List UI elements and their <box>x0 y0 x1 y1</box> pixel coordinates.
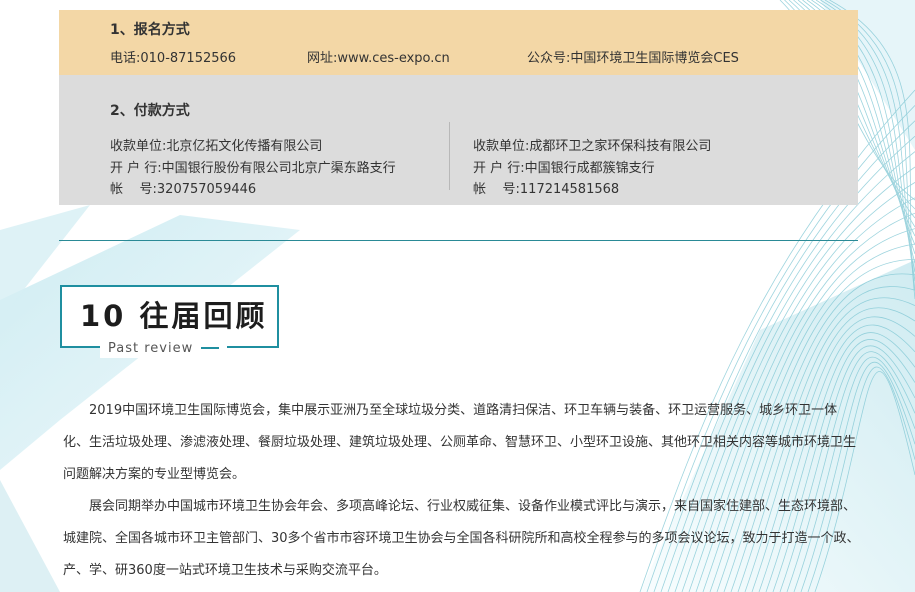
section-subtitle: Past review <box>108 340 194 356</box>
section-subtitle-row: Past review <box>100 338 228 358</box>
website-link[interactable]: 网址:www.ces-expo.cn <box>307 47 450 66</box>
payment-heading: 2、付款方式 <box>110 103 190 119</box>
payment-divider <box>449 122 450 190</box>
subtitle-dash <box>201 347 220 349</box>
phone-text: 电话:010-87152566 <box>110 51 237 66</box>
payee-right: 收款单位:成都环卫之家环保科技有限公司 <box>473 139 712 154</box>
section-divider <box>59 240 858 241</box>
section-title: 10 往届回顾 <box>80 299 268 333</box>
paragraph-1: 2019中国环境卫生国际博览会，集中展示亚洲乃至全球垃圾分类、道路清扫保洁、环卫… <box>63 403 857 482</box>
page: 1、报名方式 电话:010-87152566 网址:www.ces-expo.c… <box>0 0 915 592</box>
bank-right: 开 户 行:中国银行成都簇锦支行 <box>473 161 655 176</box>
bank-left: 开 户 行:中国银行股份有限公司北京广渠东路支行 <box>110 161 396 176</box>
account-right: 帐 号:117214581568 <box>473 182 620 197</box>
paragraph-2: 展会同期举办中国城市环境卫生协会年会、多项高峰论坛、行业权威征集、设备作业模式评… <box>63 499 860 578</box>
payee-left: 收款单位:北京亿拓文化传播有限公司 <box>110 139 323 154</box>
registration-heading: 1、报名方式 <box>110 22 190 38</box>
wechat-account-text: 公众号:中国环境卫生国际博览会CES <box>527 51 739 66</box>
account-left: 帐 号:320757059446 <box>110 182 257 197</box>
